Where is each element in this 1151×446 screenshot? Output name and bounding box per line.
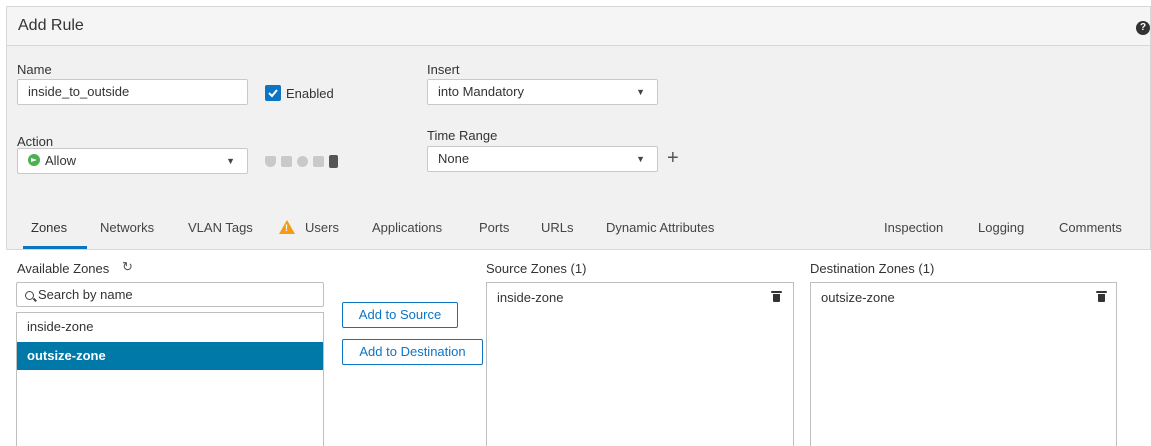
trash-icon[interactable] (1096, 291, 1107, 302)
insert-select[interactable]: into Mandatory ▼ (427, 79, 658, 105)
tab-applications[interactable]: Applications (372, 220, 442, 235)
tab-users[interactable]: Users (305, 220, 339, 235)
name-label: Name (17, 62, 52, 77)
available-zones-list: inside-zone outsize-zone (16, 312, 324, 446)
tab-dynamic-attributes[interactable]: Dynamic Attributes (606, 220, 714, 235)
refresh-icon[interactable]: ↻ (122, 259, 133, 275)
tab-urls[interactable]: URLs (541, 220, 574, 235)
time-range-select[interactable]: None ▼ (427, 146, 658, 172)
warning-icon (279, 220, 295, 234)
destination-zones-label: Destination Zones (1) (810, 261, 935, 276)
search-placeholder: Search by name (38, 287, 133, 302)
list-item[interactable]: inside-zone (17, 313, 323, 341)
source-zones-label: Source Zones (1) (486, 261, 587, 276)
document-icon[interactable] (329, 154, 338, 168)
chevron-down-icon: ▼ (636, 87, 645, 97)
action-select-value: Allow (45, 153, 77, 168)
tab-inspection[interactable]: Inspection (884, 220, 943, 235)
name-input[interactable]: inside_to_outside (17, 79, 248, 105)
add-to-destination-button[interactable]: Add to Destination (342, 339, 483, 365)
plus-icon[interactable]: + (667, 148, 679, 168)
logging-icon[interactable] (297, 155, 308, 167)
source-zones-list: inside-zone (486, 282, 794, 446)
tab-ports[interactable]: Ports (479, 220, 509, 235)
tab-networks[interactable]: Networks (100, 220, 154, 235)
search-icon (25, 291, 34, 300)
check-icon (268, 89, 278, 98)
insert-label: Insert (427, 62, 460, 77)
action-options (265, 153, 338, 169)
comment-icon[interactable] (313, 155, 324, 167)
enabled-checkbox[interactable] (265, 85, 281, 101)
action-select[interactable]: Allow ▼ (17, 148, 248, 174)
tab-comments[interactable]: Comments (1059, 220, 1122, 235)
chevron-down-icon: ▼ (636, 154, 645, 164)
allow-icon (28, 154, 40, 166)
action-label: Action (17, 134, 54, 149)
destination-zones-list: outsize-zone (810, 282, 1117, 446)
chevron-down-icon: ▼ (226, 156, 235, 166)
available-zones-label: Available Zones (17, 261, 110, 276)
insert-select-value: into Mandatory (438, 84, 524, 99)
list-item: inside-zone (497, 290, 564, 305)
tab-zones[interactable]: Zones (31, 220, 67, 235)
dialog-title: Add Rule (18, 17, 84, 34)
add-to-source-button[interactable]: Add to Source (342, 302, 458, 328)
enabled-label: Enabled (286, 86, 334, 101)
tab-vlan-tags[interactable]: VLAN Tags (188, 220, 253, 235)
time-range-select-value: None (438, 151, 470, 166)
help-icon[interactable]: ? (1136, 21, 1150, 35)
list-item[interactable]: outsize-zone (17, 342, 323, 370)
trash-icon[interactable] (771, 291, 782, 302)
dialog-header: Add Rule ? (6, 6, 1151, 46)
list-item: outsize-zone (821, 290, 895, 305)
zone-search-input[interactable]: Search by name (16, 282, 324, 307)
time-range-label: Time Range (427, 128, 498, 143)
shield-icon[interactable] (265, 155, 276, 167)
rule-tabs: Zones Networks VLAN Tags Users Applicati… (6, 210, 1151, 249)
file-policy-icon[interactable] (281, 155, 292, 167)
tab-logging[interactable]: Logging (978, 220, 1024, 235)
